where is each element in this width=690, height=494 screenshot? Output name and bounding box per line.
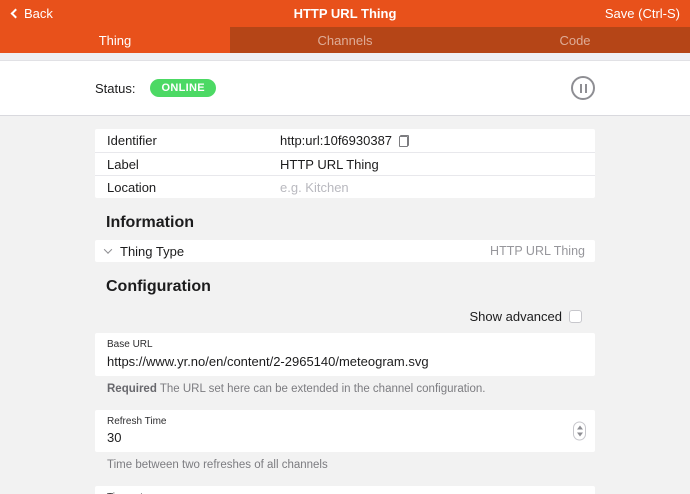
refresh-time-hint: Time between two refreshes of all channe… [95, 459, 595, 471]
refresh-time-field: Refresh Time [95, 410, 595, 453]
refresh-time-input[interactable] [107, 428, 554, 446]
show-advanced-checkbox[interactable] [569, 310, 582, 323]
show-advanced-row: Show advanced [95, 309, 595, 324]
chevron-down-icon [104, 245, 112, 253]
location-row: Location [95, 175, 595, 198]
tab-bar: Thing Channels Code [0, 27, 690, 53]
tab-code[interactable]: Code [460, 27, 690, 53]
location-input[interactable] [280, 180, 583, 195]
label-field-label: Label [107, 157, 280, 172]
refresh-time-label: Refresh Time [107, 415, 583, 429]
thing-type-value: HTTP URL Thing [490, 244, 585, 258]
identifier-row: Identifier http:url:10f6930387 [95, 129, 595, 152]
back-chevron-icon [11, 9, 21, 19]
identifier-label: Identifier [107, 133, 280, 148]
base-url-field: Base URL [95, 333, 595, 376]
status-band: Status: ONLINE [0, 61, 690, 116]
information-heading: Information [95, 214, 595, 232]
base-url-hint: Required The URL set here can be extende… [95, 383, 595, 395]
copy-icon[interactable] [399, 135, 409, 147]
status-label: Status: [95, 81, 135, 96]
status-badge: ONLINE [150, 79, 215, 97]
identifier-value: http:url:10f6930387 [280, 133, 392, 148]
pause-button[interactable] [571, 76, 595, 100]
tab-thing[interactable]: Thing [0, 27, 230, 53]
back-button[interactable]: Back [10, 6, 53, 21]
base-url-input[interactable] [107, 352, 554, 370]
location-field-label: Location [107, 180, 280, 195]
show-advanced-label: Show advanced [469, 309, 562, 324]
label-row: Label [95, 152, 595, 175]
save-button[interactable]: Save (Ctrl-S) [605, 6, 680, 21]
refresh-time-stepper-icon[interactable] [573, 421, 586, 440]
configuration-heading: Configuration [95, 278, 595, 296]
navbar: Back HTTP URL Thing Save (Ctrl-S) [0, 0, 690, 27]
thing-info-list: Identifier http:url:10f6930387 Label Loc… [95, 129, 595, 198]
label-input[interactable] [280, 157, 583, 172]
base-url-label: Base URL [107, 338, 583, 352]
thing-type-row[interactable]: Thing Type HTTP URL Thing [95, 240, 595, 262]
tab-channels[interactable]: Channels [230, 27, 460, 53]
page-title: HTTP URL Thing [0, 6, 690, 21]
app-root: Back HTTP URL Thing Save (Ctrl-S) Thing … [0, 0, 690, 494]
required-label: Required [107, 383, 157, 395]
back-label: Back [24, 6, 53, 21]
subnav-strip [0, 53, 690, 61]
timeout-field: Timeout [95, 486, 595, 494]
pause-icon [571, 76, 595, 100]
content: Identifier http:url:10f6930387 Label Loc… [0, 116, 690, 494]
thing-type-label: Thing Type [120, 244, 184, 259]
